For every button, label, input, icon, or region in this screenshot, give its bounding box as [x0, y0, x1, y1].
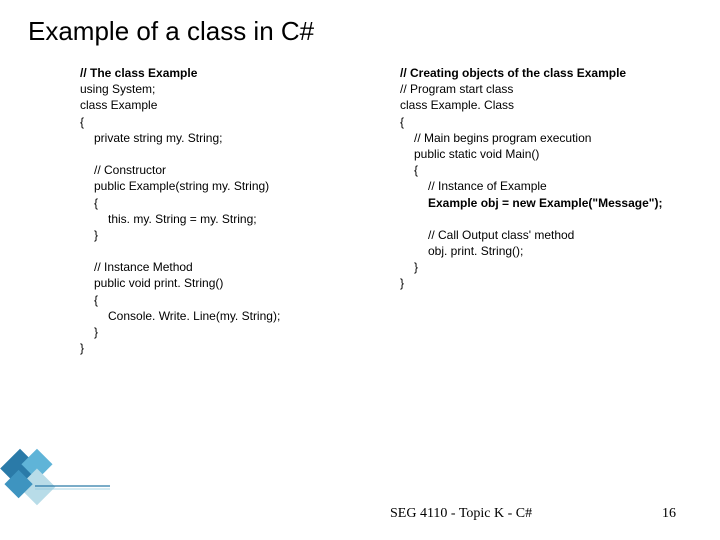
code-line: { [80, 292, 376, 308]
left-heading: // The class Example [80, 66, 197, 80]
code-line: public void print. String() [80, 275, 376, 291]
code-line: Example obj = new Example("Message"); [400, 195, 696, 211]
code-line: class Example. Class [400, 98, 514, 112]
code-line: using System; [80, 82, 155, 96]
code-line: } [80, 341, 84, 355]
footer-text: SEG 4110 - Topic K - C# [390, 506, 532, 522]
code-line: { [80, 115, 84, 129]
code-line: { [400, 115, 404, 129]
code-line: obj. print. String(); [400, 243, 696, 259]
slide-footer: SEG 4110 - Topic K - C# 16 [0, 506, 720, 522]
code-line: class Example [80, 98, 157, 112]
code-line: { [80, 195, 376, 211]
code-line: public Example(string my. String) [80, 178, 376, 194]
code-line: this. my. String = my. String; [80, 211, 376, 227]
code-line: // Constructor [80, 162, 376, 178]
code-line: // Instance of Example [400, 178, 696, 194]
left-column: // The class Example using System; class… [80, 65, 376, 356]
code-line: } [80, 227, 376, 243]
code-line: // Main begins program execution [400, 130, 696, 146]
right-column: // Creating objects of the class Example… [400, 65, 696, 356]
code-line: } [80, 324, 376, 340]
page-number: 16 [662, 506, 676, 522]
code-line: { [400, 162, 696, 178]
content-columns: // The class Example using System; class… [28, 65, 696, 356]
code-line: // Call Output class' method [400, 227, 696, 243]
code-line: // Program start class [400, 82, 513, 96]
code-line: } [400, 259, 696, 275]
code-line: Console. Write. Line(my. String); [80, 308, 376, 324]
slide-title: Example of a class in C# [28, 16, 696, 47]
right-heading: // Creating objects of the class Example [400, 66, 626, 80]
code-line: public static void Main() [400, 146, 696, 162]
code-line: private string my. String; [80, 130, 376, 146]
code-line: } [400, 276, 404, 290]
code-line: // Instance Method [80, 259, 376, 275]
